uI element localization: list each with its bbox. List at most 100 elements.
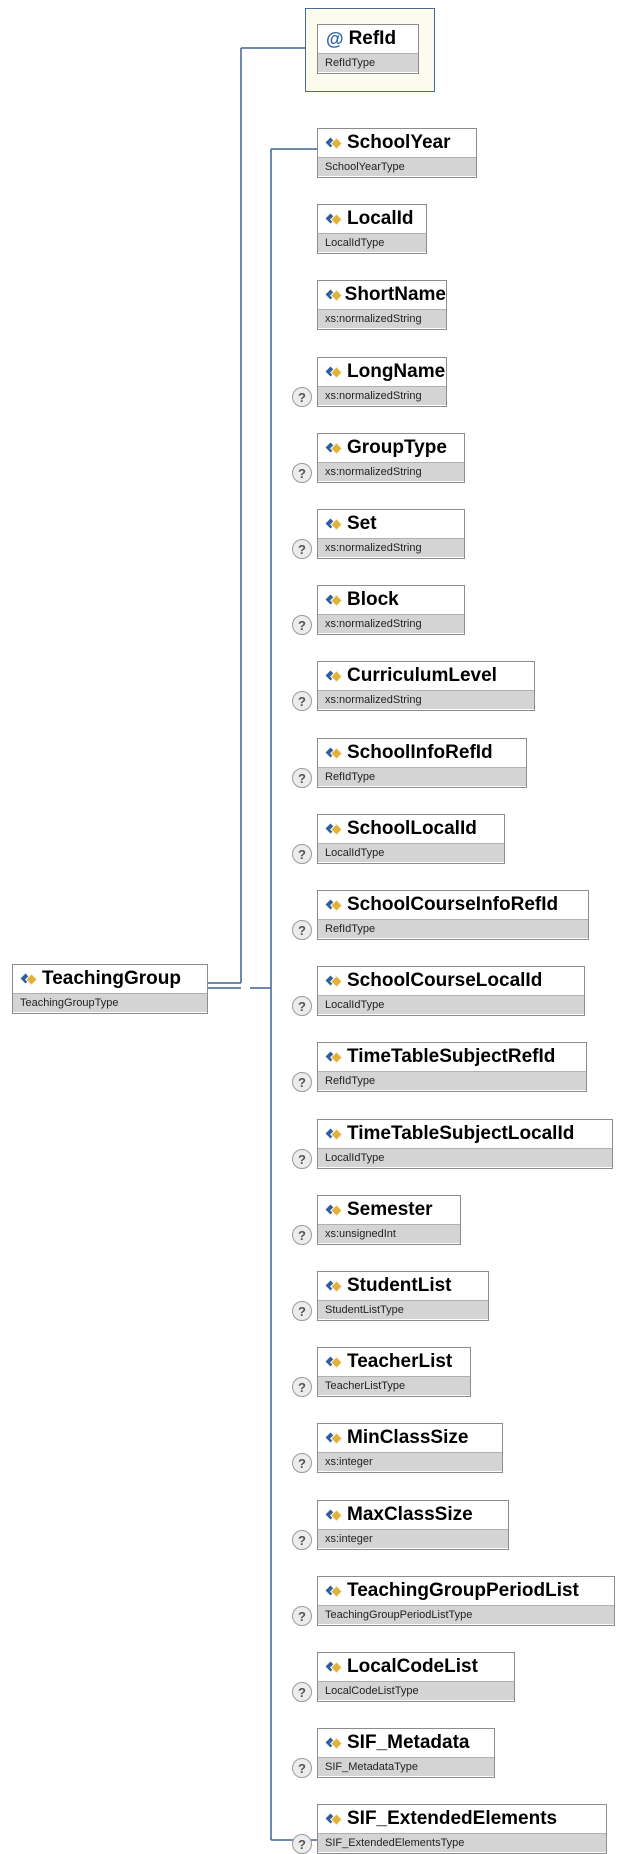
element-icon bbox=[326, 670, 342, 682]
element-box-studentlist[interactable]: StudentList StudentListType bbox=[317, 1271, 489, 1321]
optional-question-icon: ? bbox=[292, 1301, 312, 1321]
element-type: SIF_MetadataType bbox=[318, 1757, 494, 1776]
element-type: xs:integer bbox=[318, 1529, 508, 1548]
element-icon bbox=[326, 1737, 342, 1749]
element-name: TimeTableSubjectRefId bbox=[347, 1046, 556, 1067]
element-box-localid[interactable]: LocalId LocalIdType bbox=[317, 204, 427, 254]
optional-question-icon: ? bbox=[292, 1758, 312, 1778]
element-type: xs:normalizedString bbox=[318, 690, 534, 709]
optional-question-icon: ? bbox=[292, 844, 312, 864]
element-type: SchoolYearType bbox=[318, 157, 476, 176]
element-icon bbox=[326, 1280, 342, 1292]
element-type: TeacherListType bbox=[318, 1376, 470, 1395]
element-box-sif-extendedelements[interactable]: SIF_ExtendedElements SIF_ExtendedElements… bbox=[317, 1804, 607, 1854]
element-name: TimeTableSubjectLocalId bbox=[347, 1123, 575, 1144]
element-name: SchoolCourseLocalId bbox=[347, 970, 543, 991]
element-icon bbox=[326, 442, 342, 454]
element-type: StudentListType bbox=[318, 1300, 488, 1319]
element-name: LongName bbox=[347, 361, 446, 382]
element-icon bbox=[326, 1813, 342, 1825]
element-type: xs:normalizedString bbox=[318, 462, 464, 481]
element-box-shortname[interactable]: ShortName xs:normalizedString bbox=[317, 280, 447, 330]
optional-question-icon: ? bbox=[292, 768, 312, 788]
root-element-box[interactable]: TeachingGroup TeachingGroupType bbox=[12, 964, 208, 1014]
element-box-minclasssize[interactable]: MinClassSize xs:integer bbox=[317, 1423, 503, 1473]
element-type: LocalCodeListType bbox=[318, 1681, 514, 1700]
element-box-schoolcourseinforefid[interactable]: SchoolCourseInfoRefId RefIdType bbox=[317, 890, 589, 940]
element-icon bbox=[326, 213, 342, 225]
element-type: xs:integer bbox=[318, 1452, 502, 1471]
element-name: SchoolInfoRefId bbox=[347, 742, 493, 763]
optional-question-icon: ? bbox=[292, 387, 312, 407]
optional-question-icon: ? bbox=[292, 1149, 312, 1169]
element-name: Set bbox=[347, 513, 377, 534]
element-name: SIF_Metadata bbox=[347, 1732, 470, 1753]
attribute-at-icon: @ bbox=[326, 28, 344, 49]
optional-question-icon: ? bbox=[292, 1453, 312, 1473]
element-box-set[interactable]: Set xs:normalizedString bbox=[317, 509, 465, 559]
element-box-localcodelist[interactable]: LocalCodeList LocalCodeListType bbox=[317, 1652, 515, 1702]
element-box-block[interactable]: Block xs:normalizedString bbox=[317, 585, 465, 635]
element-icon bbox=[21, 973, 37, 985]
optional-question-icon: ? bbox=[292, 1072, 312, 1092]
element-type: RefIdType bbox=[318, 767, 526, 786]
optional-question-icon: ? bbox=[292, 539, 312, 559]
element-name: MinClassSize bbox=[347, 1427, 469, 1448]
optional-question-icon: ? bbox=[292, 920, 312, 940]
element-name: TeacherList bbox=[347, 1351, 453, 1372]
element-name: SchoolYear bbox=[347, 132, 451, 153]
element-box-sif-metadata[interactable]: SIF_Metadata SIF_MetadataType bbox=[317, 1728, 495, 1778]
element-type: LocalIdType bbox=[318, 1148, 612, 1167]
root-element-name: TeachingGroup bbox=[42, 968, 181, 989]
element-type: LocalIdType bbox=[318, 995, 584, 1014]
element-type: LocalIdType bbox=[318, 233, 426, 252]
element-type: TeachingGroupPeriodListType bbox=[318, 1605, 614, 1624]
element-box-schoolinforefid[interactable]: SchoolInfoRefId RefIdType bbox=[317, 738, 527, 788]
root-element-type: TeachingGroupType bbox=[13, 993, 207, 1012]
optional-question-icon: ? bbox=[292, 1225, 312, 1245]
element-box-grouptype[interactable]: GroupType xs:normalizedString bbox=[317, 433, 465, 483]
element-name: LocalCodeList bbox=[347, 1656, 478, 1677]
element-type: RefIdType bbox=[318, 919, 588, 938]
element-icon bbox=[326, 1509, 342, 1521]
element-type: SIF_ExtendedElementsType bbox=[318, 1833, 606, 1852]
element-box-curriculumlevel[interactable]: CurriculumLevel xs:normalizedString bbox=[317, 661, 535, 711]
element-icon bbox=[326, 594, 342, 606]
element-box-maxclasssize[interactable]: MaxClassSize xs:integer bbox=[317, 1500, 509, 1550]
optional-question-icon: ? bbox=[292, 1834, 312, 1854]
element-type: xs:normalizedString bbox=[318, 538, 464, 557]
element-box-schoolyear[interactable]: SchoolYear SchoolYearType bbox=[317, 128, 477, 178]
element-box-timetablesubjectlocalid[interactable]: TimeTableSubjectLocalId LocalIdType bbox=[317, 1119, 613, 1169]
attribute-name: RefId bbox=[348, 28, 397, 49]
attribute-box[interactable]: @ RefId RefIdType bbox=[317, 24, 419, 74]
element-box-schoolcourselocalid[interactable]: SchoolCourseLocalId LocalIdType bbox=[317, 966, 585, 1016]
element-box-schoollocalid[interactable]: SchoolLocalId LocalIdType bbox=[317, 814, 505, 864]
element-box-teacherlist[interactable]: TeacherList TeacherListType bbox=[317, 1347, 471, 1397]
element-box-timetablesubjectrefid[interactable]: TimeTableSubjectRefId RefIdType bbox=[317, 1042, 587, 1092]
optional-question-icon: ? bbox=[292, 463, 312, 483]
element-icon bbox=[326, 366, 342, 378]
element-icon bbox=[326, 518, 342, 530]
element-type: xs:normalizedString bbox=[318, 386, 446, 405]
element-icon bbox=[326, 1432, 342, 1444]
element-icon bbox=[326, 289, 340, 301]
element-icon bbox=[326, 1204, 342, 1216]
element-name: TeachingGroupPeriodList bbox=[347, 1580, 579, 1601]
element-icon bbox=[326, 823, 342, 835]
element-icon bbox=[326, 1661, 342, 1673]
element-name: CurriculumLevel bbox=[347, 665, 497, 686]
element-icon bbox=[326, 975, 342, 987]
element-icon bbox=[326, 899, 342, 911]
element-type: xs:normalizedString bbox=[318, 309, 446, 328]
element-icon bbox=[326, 1585, 342, 1597]
element-box-longname[interactable]: LongName xs:normalizedString bbox=[317, 357, 447, 407]
element-icon bbox=[326, 1356, 342, 1368]
optional-question-icon: ? bbox=[292, 1377, 312, 1397]
optional-question-icon: ? bbox=[292, 1682, 312, 1702]
element-box-teachinggroupperiodlist[interactable]: TeachingGroupPeriodList TeachingGroupPeri… bbox=[317, 1576, 615, 1626]
element-box-semester[interactable]: Semester xs:unsignedInt bbox=[317, 1195, 461, 1245]
element-icon bbox=[326, 1128, 342, 1140]
element-type: xs:normalizedString bbox=[318, 614, 464, 633]
element-icon bbox=[326, 747, 342, 759]
element-name: StudentList bbox=[347, 1275, 452, 1296]
